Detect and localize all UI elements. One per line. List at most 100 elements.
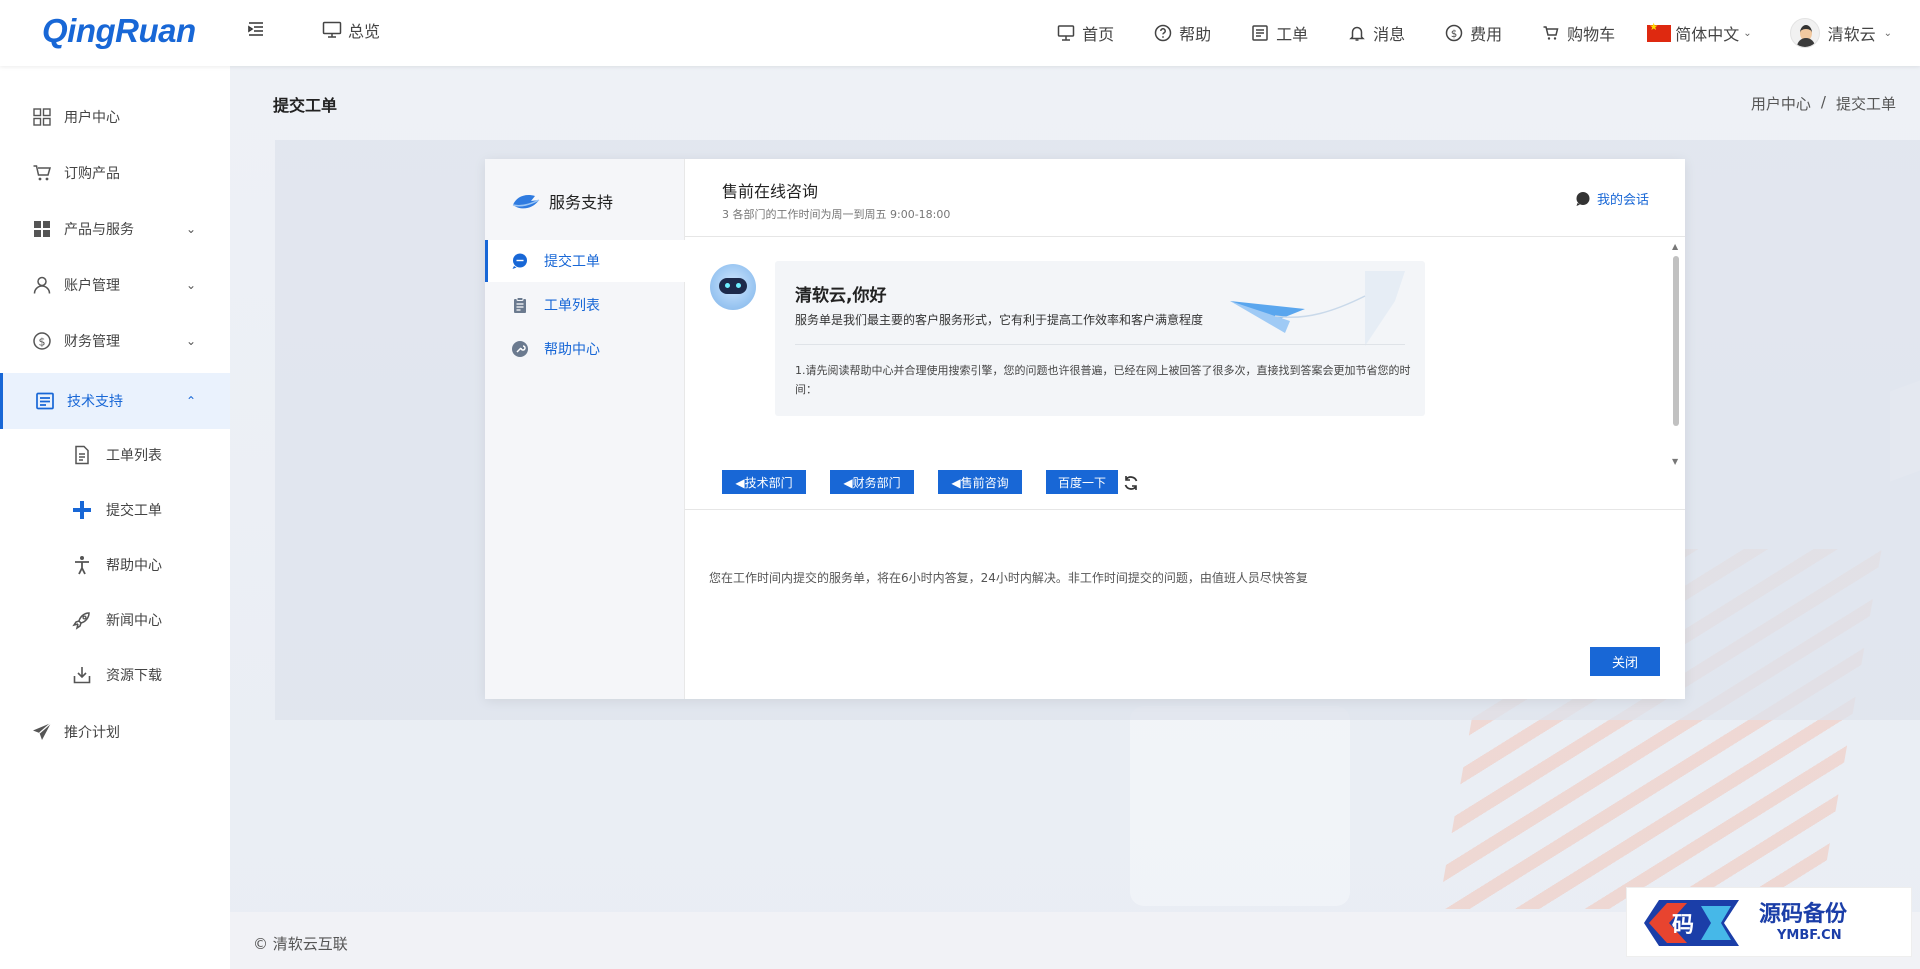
breadcrumb-separator: / <box>1820 93 1826 111</box>
nav-home-label: 首页 <box>1082 25 1115 44</box>
sidebar-subitem-downloads[interactable]: 资源下载 <box>0 647 230 702</box>
dialog-menu-label: 帮助中心 <box>544 342 600 358</box>
sidebar-item-label: 订购产品 <box>64 166 120 182</box>
clipboard-icon <box>514 297 526 313</box>
close-button[interactable]: 关闭 <box>1590 647 1660 676</box>
overview-label: 总览 <box>348 22 381 41</box>
tech-dept-button[interactable]: ◀技术部门 <box>722 470 806 494</box>
dialog-title: 售前在线咨询 <box>722 182 819 201</box>
dialog-menu-help-center[interactable]: 帮助中心 <box>485 328 685 370</box>
sidebar-item-products-services[interactable]: 产品与服务 ⌄ <box>0 201 230 257</box>
chat-bubble-icon <box>1576 191 1590 206</box>
dialog-menu-label: 工单列表 <box>544 298 600 314</box>
tip-text: 1.请先阅读帮助中心并合理使用搜索引擎，您的问题也许很普遍，已经在网上被回答了很… <box>795 364 1411 396</box>
baidu-search-button[interactable]: 百度一下 <box>1046 470 1118 494</box>
cloud-logo-icon <box>512 195 540 209</box>
sidebar-item-label: 用户中心 <box>64 110 120 126</box>
breadcrumb-user-center[interactable]: 用户中心 <box>1751 93 1811 114</box>
sidebar-subitem-label: 资源下载 <box>106 667 162 684</box>
plus-icon <box>73 500 91 519</box>
support-icon <box>36 392 54 410</box>
paper-plane-illustration <box>1230 271 1405 346</box>
chevron-down-icon: ⌄ <box>1743 27 1752 39</box>
nav-billing[interactable]: $ 费用 <box>1445 21 1502 45</box>
refresh-icon[interactable] <box>1122 474 1140 492</box>
sidebar-subitem-label: 提交工单 <box>106 502 162 519</box>
person-icon <box>75 555 89 574</box>
bell-icon <box>1349 26 1365 41</box>
watermark: 码 源码备份 YMBF.CN <box>1626 887 1912 957</box>
chevron-up-icon: ⌃ <box>185 394 196 408</box>
dialog-header: 售前在线咨询 3 各部门的工作时间为周一到周五 9:00-18:00 我的会话 <box>685 159 1685 237</box>
language-label: 简体中文 <box>1675 25 1740 44</box>
sidebar-item-order-products[interactable]: 订购产品 <box>0 145 230 201</box>
ticket-icon <box>1252 25 1268 41</box>
copyright: © 清软云互联 <box>253 935 348 953</box>
chat-area: 清软云,你好 服务单是我们最主要的客户服务形式，它有利于提高工作效率和客户满意程… <box>685 238 1685 470</box>
brand-logo[interactable]: QingRuan <box>42 12 196 50</box>
dialog-menu-ticket-list[interactable]: 工单列表 <box>485 284 685 326</box>
sidebar-item-label: 财务管理 <box>64 334 120 350</box>
sidebar-item-user-center[interactable]: 用户中心 <box>0 89 230 145</box>
sidebar-subitem-label: 新闻中心 <box>106 612 162 629</box>
sidebar-subitem-news[interactable]: 新闻中心 <box>0 592 230 647</box>
nav-ticket[interactable]: 工单 <box>1251 21 1308 45</box>
download-icon <box>73 666 91 683</box>
chat-scrollbar[interactable]: ▲ ▼ <box>1671 242 1681 466</box>
scroll-down-icon[interactable]: ▼ <box>1672 457 1678 466</box>
avatar <box>1789 18 1820 48</box>
sidebar-item-referral[interactable]: 推介计划 <box>0 704 230 760</box>
top-header: QingRuan 总览 首页 帮助 工单 消息 $ 费用 购物车 ★ 简体中文 … <box>0 0 1920 66</box>
nav-cart-label: 购物车 <box>1567 25 1616 44</box>
monitor-icon <box>1057 25 1075 41</box>
nav-ticket-label: 工单 <box>1276 25 1309 44</box>
sidebar-subitem-ticket-list[interactable]: 工单列表 <box>0 427 230 482</box>
nav-cart[interactable]: 购物车 <box>1542 21 1615 45</box>
overview-link[interactable]: 总览 <box>322 18 380 42</box>
support-dialog: 服务支持 提交工单 工单列表 帮助中心 售前在线咨询 3 各部门的工作时间为周一… <box>485 159 1685 699</box>
sidebar-item-label: 技术支持 <box>67 394 123 410</box>
sidebar-subitem-label: 工单列表 <box>106 447 162 464</box>
sidebar: 用户中心 订购产品 产品与服务 ⌄ 账户管理 ⌄ $ 财务管理 ⌄ 技术支持 ⌃… <box>0 66 230 969</box>
department-bar: ◀技术部门 ◀财务部门 ◀售前咨询 百度一下 <box>685 470 1685 510</box>
nav-messages-label: 消息 <box>1373 25 1406 44</box>
sidebar-item-label: 产品与服务 <box>64 222 134 238</box>
sidebar-item-finance[interactable]: $ 财务管理 ⌄ <box>0 313 230 369</box>
presales-dept-button[interactable]: ◀售前咨询 <box>938 470 1022 494</box>
nav-help[interactable]: 帮助 <box>1154 21 1211 45</box>
help-circle-icon <box>1154 24 1172 42</box>
rocket-icon <box>72 611 90 630</box>
welcome-message: 清软云,你好 服务单是我们最主要的客户服务形式，它有利于提高工作效率和客户满意程… <box>775 261 1425 416</box>
dollar-icon: $ <box>33 332 51 350</box>
cart-icon <box>1543 26 1559 40</box>
sidebar-subitem-help-center[interactable]: 帮助中心 <box>0 537 230 592</box>
chevron-down-icon: ⌄ <box>185 222 196 236</box>
finance-dept-button[interactable]: ◀财务部门 <box>830 470 914 494</box>
menu-collapse-icon[interactable] <box>246 19 266 43</box>
chat-icon <box>512 253 527 269</box>
user-icon <box>33 276 51 294</box>
sidebar-item-account[interactable]: 账户管理 ⌄ <box>0 257 230 313</box>
watermark-logo: 码 <box>1644 900 1739 946</box>
watermark-text: 源码备份 <box>1759 902 1848 927</box>
background-decoration <box>1130 706 1350 906</box>
document-icon <box>75 445 89 464</box>
scroll-up-icon[interactable]: ▲ <box>1672 242 1678 251</box>
top-nav: 首页 帮助 工单 消息 $ 费用 购物车 简体中文 ⌄ 清软云 <box>1017 18 1892 48</box>
watermark-url: YMBF.CN <box>1777 928 1842 943</box>
language-selector[interactable]: 简体中文 ⌄ <box>1647 21 1752 45</box>
sidebar-subitem-submit-ticket[interactable]: 提交工单 <box>0 482 230 537</box>
my-chat-link[interactable]: 我的会话 <box>1575 189 1649 208</box>
cart-icon <box>33 165 51 181</box>
nav-help-label: 帮助 <box>1179 25 1212 44</box>
nav-billing-label: 费用 <box>1470 25 1503 44</box>
user-name: 清软云 <box>1827 25 1876 44</box>
svg-text:$: $ <box>1451 29 1457 40</box>
scroll-thumb[interactable] <box>1673 256 1679 426</box>
dialog-menu-submit-ticket[interactable]: 提交工单 <box>485 240 685 282</box>
nav-home[interactable]: 首页 <box>1057 21 1114 45</box>
my-chat-label: 我的会话 <box>1596 193 1649 208</box>
sidebar-item-tech-support[interactable]: 技术支持 ⌃ <box>0 373 230 429</box>
nav-messages[interactable]: 消息 <box>1348 21 1405 45</box>
user-menu[interactable]: 清软云 ⌄ <box>1789 18 1892 48</box>
